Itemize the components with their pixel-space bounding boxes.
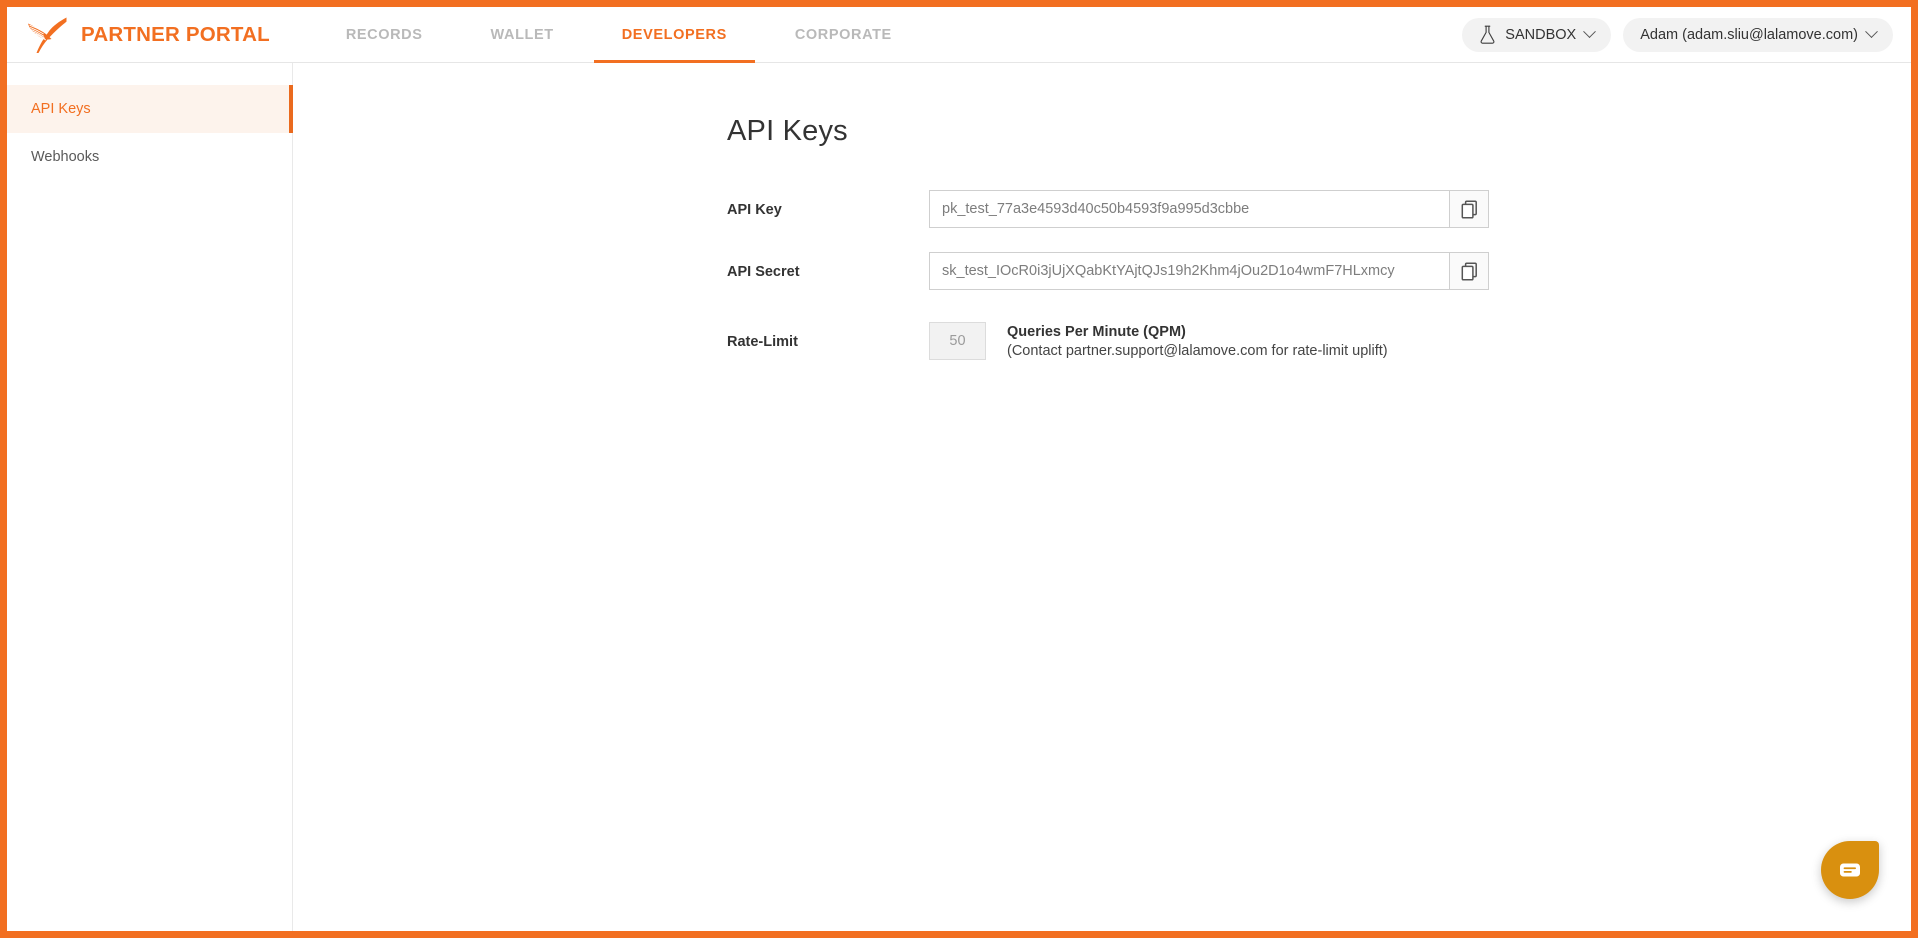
rate-limit-title: Queries Per Minute (QPM) [1007,324,1186,340]
main-nav: RECORDS WALLET DEVELOPERS CORPORATE [312,7,926,63]
chat-bubble-icon [1837,857,1863,883]
environment-selector[interactable]: SANDBOX [1462,17,1612,52]
api-secret-input[interactable] [929,252,1449,290]
api-secret-label: API Secret [727,264,800,280]
copy-api-secret-button[interactable] [1449,252,1489,290]
page-root: PARTNER PORTAL RECORDS WALLET DEVELOPERS… [0,0,1918,938]
nav-tab-records[interactable]: RECORDS [312,7,457,63]
hummingbird-logo-icon [25,15,69,55]
brand-title: PARTNER PORTAL [81,22,270,46]
chevron-down-icon [1865,25,1878,39]
flask-icon [1479,25,1496,44]
nav-tab-corporate[interactable]: CORPORATE [761,7,926,63]
rate-limit-label: Rate-Limit [727,334,798,350]
rate-limit-input[interactable] [929,322,986,360]
api-key-label: API Key [727,202,782,218]
rate-limit-note: (Contact partner.support@lalamove.com fo… [1007,343,1388,360]
environment-label: SANDBOX [1505,26,1577,43]
sidebar-item-api-keys[interactable]: API Keys [7,85,293,133]
content-column: API Keys API Key pk_test_77a3e4593d40c50… [293,63,1911,361]
brand[interactable]: PARTNER PORTAL [25,15,270,55]
chevron-down-icon [1583,25,1597,39]
chat-widget-button[interactable] [1821,841,1879,899]
sidebar: API Keys Webhooks [7,63,293,931]
copy-api-key-button[interactable] [1449,190,1489,228]
copy-icon [1461,261,1478,281]
nav-tab-wallet[interactable]: WALLET [457,7,588,63]
api-key-input-group [929,190,1489,228]
body-wrap: API Keys Webhooks API Keys API Key pk_te… [7,63,1911,931]
rate-limit-description: Queries Per Minute (QPM) (Contact partne… [1007,322,1388,361]
form-row-rate-limit: Rate-Limit Queries Per Minute (QPM) (Con… [727,322,1911,361]
api-secret-input-group [929,252,1489,290]
form-row-api-secret: API Secret [727,252,1911,290]
form-row-api-key: API Key [727,190,1911,228]
header-right: SANDBOX Adam (adam.sliu@lalamove.com) [1462,17,1893,52]
top-header: PARTNER PORTAL RECORDS WALLET DEVELOPERS… [7,7,1911,63]
main-content: API Keys API Key pk_test_77a3e4593d40c50… [293,63,1911,931]
account-menu[interactable]: Adam (adam.sliu@lalamove.com) [1623,17,1893,52]
sidebar-item-webhooks[interactable]: Webhooks [7,133,292,181]
copy-icon [1461,199,1478,219]
api-key-input[interactable] [929,190,1449,228]
page-title: API Keys [727,115,848,147]
account-label: Adam (adam.sliu@lalamove.com) [1640,26,1858,43]
nav-tab-developers[interactable]: DEVELOPERS [588,7,761,63]
